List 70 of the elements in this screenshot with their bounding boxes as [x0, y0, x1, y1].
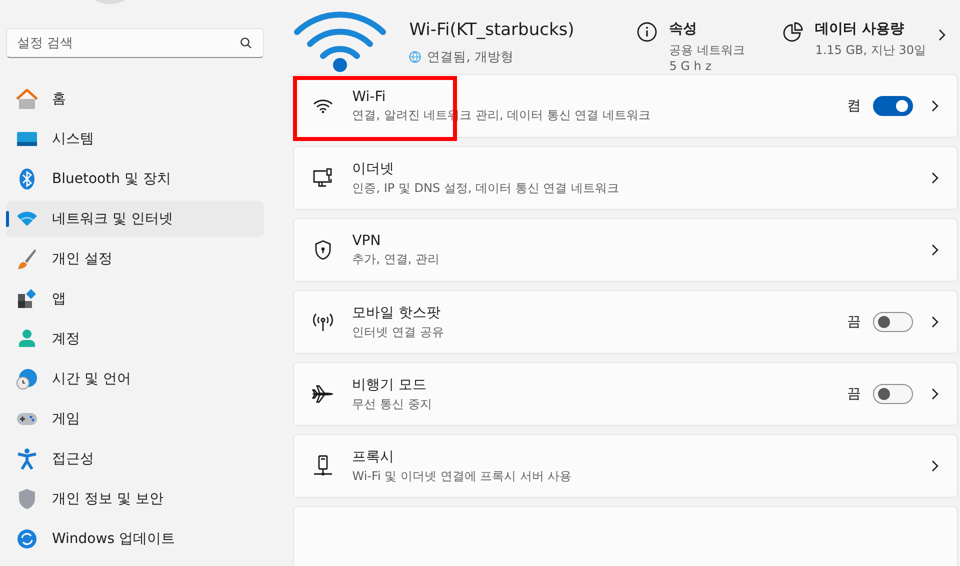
- gamepad-icon: [16, 412, 38, 426]
- chevron-right-icon: [931, 316, 939, 328]
- setting-description: 무선 통신 중지: [352, 396, 433, 412]
- search-icon: [240, 37, 252, 49]
- setting-title: 모바일 핫스팟: [352, 304, 442, 322]
- chevron-right-icon: [931, 388, 939, 400]
- data-usage-title[interactable]: 데이터 사용량: [815, 20, 926, 38]
- toggle-switch[interactable]: [873, 312, 913, 332]
- info-icon: [637, 22, 658, 42]
- sidebar-item[interactable]: 시스템: [6, 121, 264, 157]
- wifi-icon: [312, 98, 334, 114]
- wifi-icon: [16, 211, 38, 227]
- setting-description: 추가, 연결, 관리: [352, 251, 440, 267]
- settings-card[interactable]: 이더넷 인증, IP 및 DNS 설정, 데이터 통신 연결 네트워크: [293, 146, 958, 210]
- properties-title[interactable]: 속성: [669, 20, 746, 38]
- settings-card[interactable]: 비행기 모드 무선 통신 중지 끔: [293, 362, 958, 426]
- sidebar-item[interactable]: 계정: [6, 321, 264, 357]
- computer-icon: [312, 168, 334, 188]
- sidebar-item[interactable]: 앱: [6, 281, 264, 317]
- globe-icon: [409, 51, 422, 63]
- server-icon: [312, 455, 334, 477]
- antenna-icon: [312, 312, 334, 332]
- toggle-switch[interactable]: [873, 96, 913, 116]
- toggle-state-label: 끔: [847, 385, 861, 403]
- setting-title: Wi-Fi: [352, 89, 387, 105]
- sidebar-item[interactable]: Windows 업데이트: [6, 521, 264, 557]
- toggle-state-label: 끔: [847, 313, 861, 331]
- setting-title: 비행기 모드: [352, 376, 428, 394]
- sidebar-item[interactable]: 개인 정보 및 보안: [6, 481, 264, 517]
- property-text: 공용 네트워크: [669, 42, 746, 58]
- chevron-right-icon: [931, 244, 939, 256]
- pie-chart-icon: [783, 22, 804, 42]
- house-icon: [16, 89, 38, 109]
- selection-indicator: [6, 211, 9, 227]
- accessibility-icon: [16, 448, 38, 470]
- toggle-state-label: 켬: [847, 97, 861, 115]
- sidebar-item[interactable]: 개인 설정: [6, 241, 264, 277]
- data-usage-detail: 1.15 GB, 지난 30일: [815, 42, 926, 58]
- airplane-icon: [312, 384, 334, 404]
- network-name: Wi-Fi(KT_starbucks): [409, 20, 576, 40]
- setting-description: 인터넷 연결 공유: [352, 324, 445, 340]
- chevron-right-icon: [931, 460, 939, 472]
- chevron-right-icon: [931, 172, 939, 184]
- chevron-right-icon: [931, 100, 939, 112]
- sidebar-item[interactable]: 네트워크 및 인터넷: [6, 201, 264, 237]
- setting-title: 이더넷: [352, 160, 396, 178]
- setting-description: Wi-Fi 및 이더넷 연결에 프록시 서버 사용: [352, 468, 573, 484]
- apps-icon: [16, 289, 38, 309]
- globe-clock-icon: [16, 368, 38, 390]
- sidebar-item[interactable]: 접근성: [6, 441, 264, 477]
- setting-title: 프록시: [352, 448, 396, 466]
- paintbrush-icon: [16, 248, 38, 270]
- settings-card[interactable]: 모바일 핫스팟 인터넷 연결 공유 끔: [293, 290, 958, 354]
- sidebar-item[interactable]: 게임: [6, 401, 264, 437]
- monitor-icon: [16, 131, 38, 147]
- search-field[interactable]: 설정 검색: [6, 28, 264, 58]
- connection-status: 연결됨, 개방형: [427, 49, 514, 66]
- setting-description: 인증, IP 및 DNS 설정, 데이터 통신 연결 네트워크: [352, 180, 620, 196]
- shield-icon: [16, 488, 38, 510]
- settings-card[interactable]: 프록시 Wi-Fi 및 이더넷 연결에 프록시 서버 사용: [293, 434, 958, 498]
- sidebar-item[interactable]: 시간 및 언어: [6, 361, 264, 397]
- person-icon: [16, 329, 38, 349]
- property-text: 5 G h z: [669, 58, 712, 74]
- refresh-icon: [16, 529, 38, 549]
- toggle-switch[interactable]: [873, 384, 913, 404]
- sidebar-item[interactable]: 홈: [6, 81, 264, 117]
- setting-title: VPN: [352, 233, 382, 249]
- chevron-right-icon: [938, 29, 946, 41]
- sidebar-item[interactable]: Bluetooth 및 장치: [6, 161, 264, 197]
- settings-card[interactable]: VPN 추가, 연결, 관리: [293, 218, 958, 282]
